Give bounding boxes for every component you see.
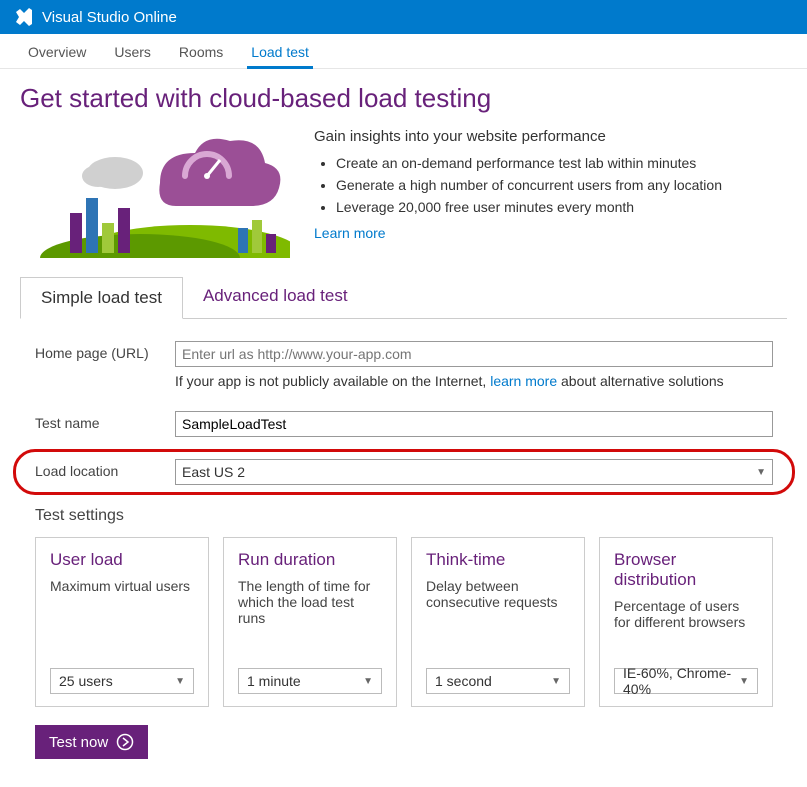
testname-input[interactable]: [175, 411, 773, 437]
url-hint-post: about alternative solutions: [557, 373, 724, 389]
intro-section: Gain insights into your website performa…: [20, 128, 787, 258]
card-desc: Percentage of users for different browse…: [614, 598, 758, 656]
card-title: Browser distribution: [614, 550, 758, 590]
card-title: User load: [50, 550, 194, 570]
learn-more-link[interactable]: Learn more: [314, 225, 386, 241]
nav-tabs: Overview Users Rooms Load test: [0, 34, 807, 69]
row-url: Home page (URL) If your app is not publi…: [35, 341, 773, 389]
settings-title: Test settings: [35, 507, 773, 525]
caret-down-icon: ▼: [175, 676, 185, 687]
arrow-right-circle-icon: [116, 733, 134, 751]
url-hint: If your app is not publicly available on…: [175, 373, 773, 389]
page-body: Get started with cloud-based load testin…: [0, 69, 807, 787]
test-now-button[interactable]: Test now: [35, 725, 148, 759]
intro-bullet: Create an on-demand performance test lab…: [336, 155, 787, 171]
run-duration-value: 1 minute: [247, 673, 301, 689]
nav-tab-overview[interactable]: Overview: [14, 34, 100, 68]
caret-down-icon: ▼: [363, 676, 373, 687]
browser-dist-select[interactable]: IE-60%, Chrome-40% ▼: [614, 668, 758, 694]
url-hint-pre: If your app is not publicly available on…: [175, 373, 490, 389]
tab-simple-load-test[interactable]: Simple load test: [20, 277, 183, 319]
settings-cards: User load Maximum virtual users 25 users…: [35, 537, 773, 707]
row-location: Load location East US 2 ▼: [35, 459, 773, 485]
vs-logo-icon: [14, 7, 34, 27]
test-now-label: Test now: [49, 734, 108, 751]
brand-label: Visual Studio Online: [42, 9, 177, 26]
card-title: Run duration: [238, 550, 382, 570]
user-load-value: 25 users: [59, 673, 113, 689]
think-time-value: 1 second: [435, 673, 492, 689]
tab-advanced-load-test[interactable]: Advanced load test: [183, 276, 368, 318]
form-tabs: Simple load test Advanced load test: [20, 276, 787, 319]
card-title: Think-time: [426, 550, 570, 570]
label-location: Load location: [35, 459, 175, 479]
think-time-select[interactable]: 1 second ▼: [426, 668, 570, 694]
user-load-select[interactable]: 25 users ▼: [50, 668, 194, 694]
card-desc: Maximum virtual users: [50, 578, 194, 656]
form-body: Home page (URL) If your app is not publi…: [20, 319, 787, 773]
page-title: Get started with cloud-based load testin…: [20, 83, 787, 114]
caret-down-icon: ▼: [551, 676, 561, 687]
location-value: East US 2: [182, 464, 245, 480]
nav-tab-rooms[interactable]: Rooms: [165, 34, 237, 68]
intro-illustration: [20, 128, 290, 258]
nav-tab-users[interactable]: Users: [100, 34, 165, 68]
intro-bullets: Create an on-demand performance test lab…: [314, 155, 787, 215]
intro-lead: Gain insights into your website performa…: [314, 128, 787, 145]
label-testname: Test name: [35, 411, 175, 431]
card-user-load: User load Maximum virtual users 25 users…: [35, 537, 209, 707]
card-desc: The length of time for which the load te…: [238, 578, 382, 656]
intro-copy: Gain insights into your website performa…: [314, 128, 787, 258]
location-select[interactable]: East US 2 ▼: [175, 459, 773, 485]
caret-down-icon: ▼: [756, 467, 766, 478]
caret-down-icon: ▼: [739, 676, 749, 687]
intro-bullet: Generate a high number of concurrent use…: [336, 177, 787, 193]
label-url: Home page (URL): [35, 341, 175, 361]
nav-tab-load-test[interactable]: Load test: [237, 34, 323, 68]
row-testname: Test name: [35, 411, 773, 437]
card-desc: Delay between consecutive requests: [426, 578, 570, 656]
url-hint-link[interactable]: learn more: [490, 373, 557, 389]
url-input[interactable]: [175, 341, 773, 367]
card-think-time: Think-time Delay between consecutive req…: [411, 537, 585, 707]
topbar: Visual Studio Online: [0, 0, 807, 34]
intro-bullet: Leverage 20,000 free user minutes every …: [336, 199, 787, 215]
card-run-duration: Run duration The length of time for whic…: [223, 537, 397, 707]
browser-dist-value: IE-60%, Chrome-40%: [623, 665, 739, 697]
card-browser-dist: Browser distribution Percentage of users…: [599, 537, 773, 707]
run-duration-select[interactable]: 1 minute ▼: [238, 668, 382, 694]
